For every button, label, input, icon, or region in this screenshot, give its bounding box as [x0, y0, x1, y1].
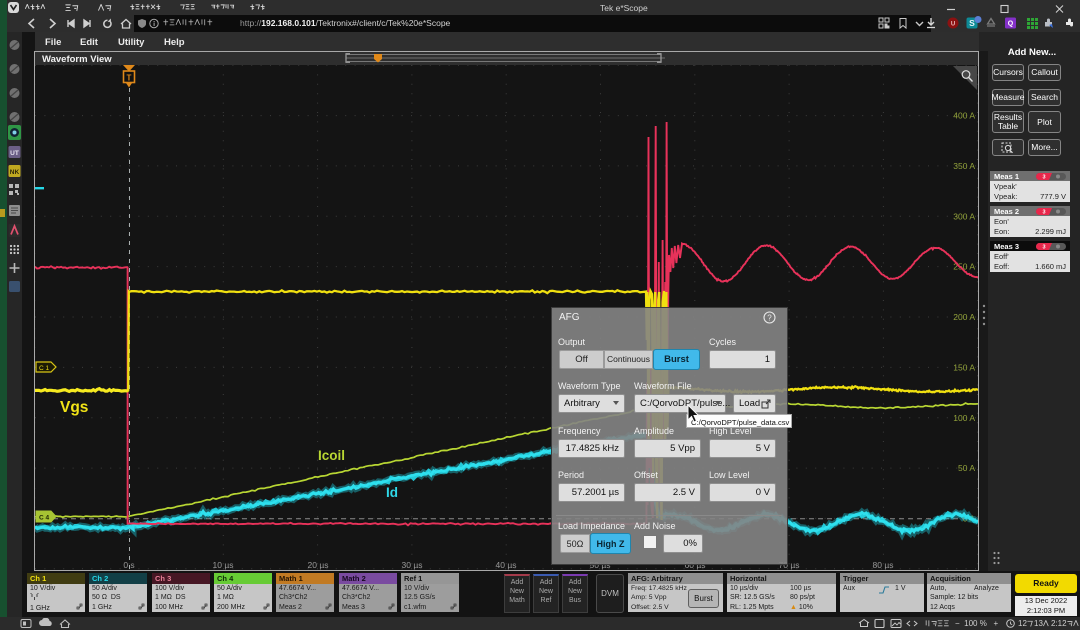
svg-text:?: ? — [767, 314, 772, 323]
svg-text:Icoil: Icoil — [318, 448, 345, 463]
svg-text:C 1: C 1 — [39, 365, 50, 372]
svg-text:150 A: 150 A — [953, 362, 975, 372]
svg-text:20 µs: 20 µs — [308, 560, 329, 570]
svg-text:3: 3 — [1042, 175, 1045, 180]
svg-text:30 µs: 30 µs — [402, 560, 423, 570]
svg-text:T: T — [127, 74, 132, 83]
svg-text:U: U — [951, 22, 955, 28]
svg-text:3: 3 — [1042, 210, 1045, 215]
svg-text:300 A: 300 A — [953, 211, 975, 221]
svg-text:S: S — [969, 18, 975, 28]
svg-text:40 µs: 40 µs — [496, 560, 517, 570]
svg-text:Id: Id — [386, 485, 398, 500]
svg-text:100 A: 100 A — [953, 413, 975, 423]
svg-text:0 s: 0 s — [123, 560, 134, 570]
svg-text:80 µs: 80 µs — [873, 560, 894, 570]
svg-text:3: 3 — [1042, 245, 1045, 250]
svg-text:Vgs: Vgs — [60, 399, 88, 416]
svg-text:10 µs: 10 µs — [213, 560, 234, 570]
svg-text:Q: Q — [1008, 21, 1014, 28]
svg-text:NK: NK — [10, 169, 20, 176]
svg-text:50 A: 50 A — [958, 463, 975, 473]
svg-text:C 4: C 4 — [39, 515, 50, 522]
svg-text:200 A: 200 A — [953, 312, 975, 322]
svg-text:400 A: 400 A — [953, 111, 975, 121]
svg-text:350 A: 350 A — [953, 161, 975, 171]
svg-text:UT: UT — [10, 150, 19, 157]
